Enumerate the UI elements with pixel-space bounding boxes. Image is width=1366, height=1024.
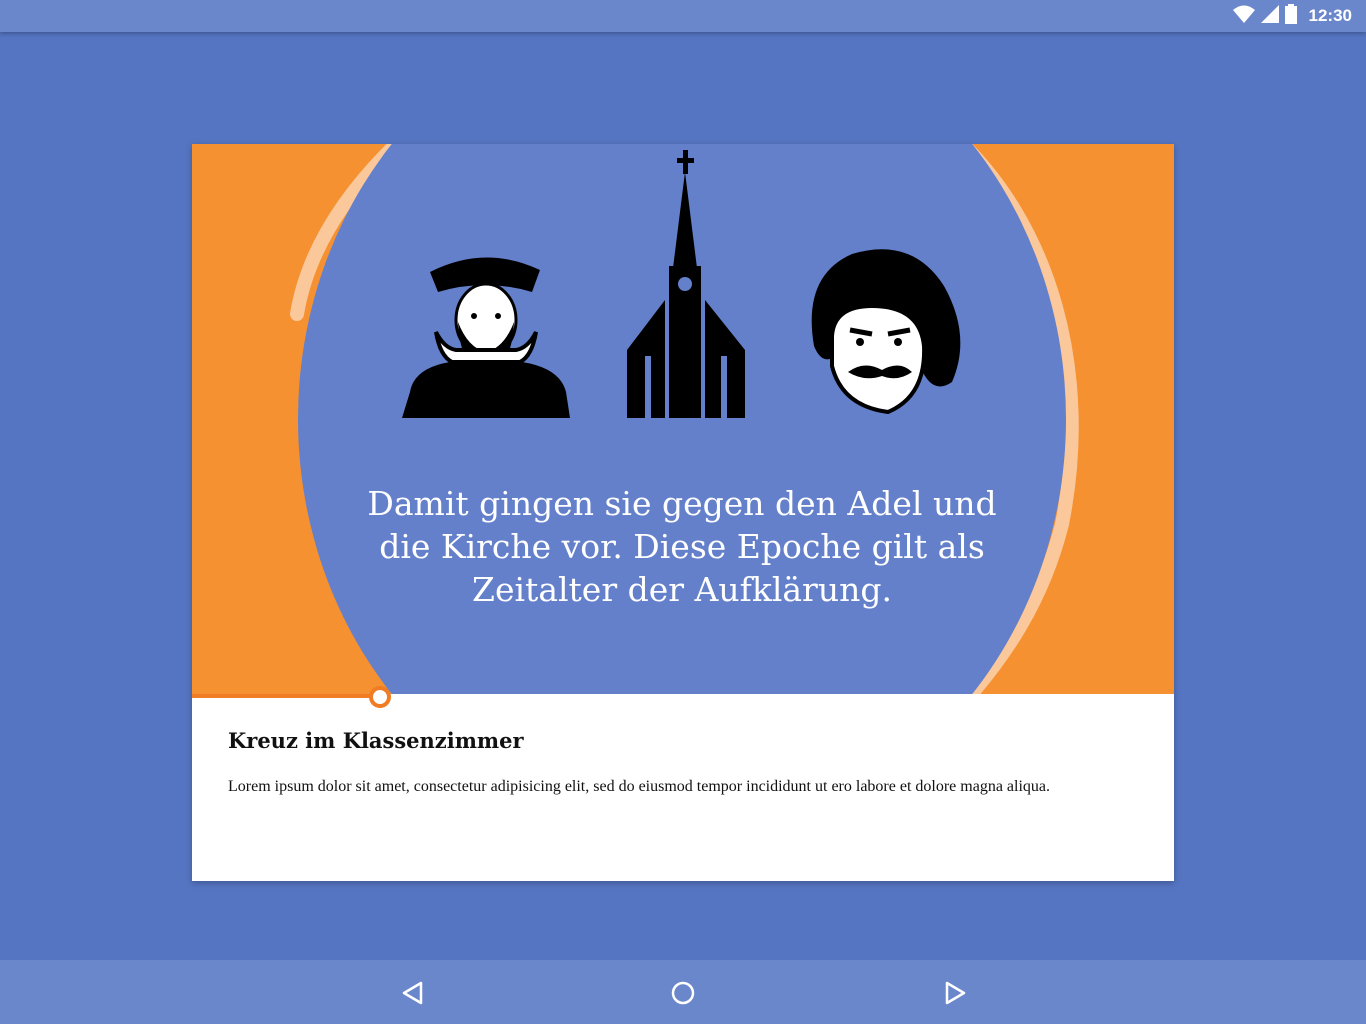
home-button[interactable] (666, 976, 700, 1010)
status-bar: 12:30 (0, 0, 1366, 32)
hero-caption: Damit gingen sie gegen den Adel und die … (367, 484, 997, 609)
card-body: Lorem ipsum dolor sit amet, consectetur … (228, 778, 1051, 795)
wifi-icon (1232, 5, 1255, 27)
hero-illustration: Damit gingen sie gegen den Adel und die … (192, 144, 1174, 694)
reformer-portrait-icon (402, 257, 570, 418)
status-time: 12:30 (1308, 6, 1352, 25)
card-title: Kreuz im Klassenzimmer (228, 728, 524, 753)
philosopher-portrait-icon (811, 249, 961, 415)
progress-handle[interactable] (369, 686, 391, 708)
battery-icon (1284, 4, 1297, 28)
cell-signal-icon (1260, 5, 1279, 27)
back-icon (402, 981, 423, 1005)
church-icon (627, 150, 745, 418)
forward-icon (945, 981, 966, 1005)
status-icons: 12:30 (1232, 4, 1352, 28)
home-icon (671, 981, 695, 1005)
forward-button[interactable] (938, 976, 972, 1010)
navigation-bar (0, 960, 1366, 1024)
back-button[interactable] (396, 976, 430, 1010)
story-card[interactable]: Damit gingen sie gegen den Adel und die … (192, 144, 1174, 881)
progress-track (192, 694, 377, 698)
